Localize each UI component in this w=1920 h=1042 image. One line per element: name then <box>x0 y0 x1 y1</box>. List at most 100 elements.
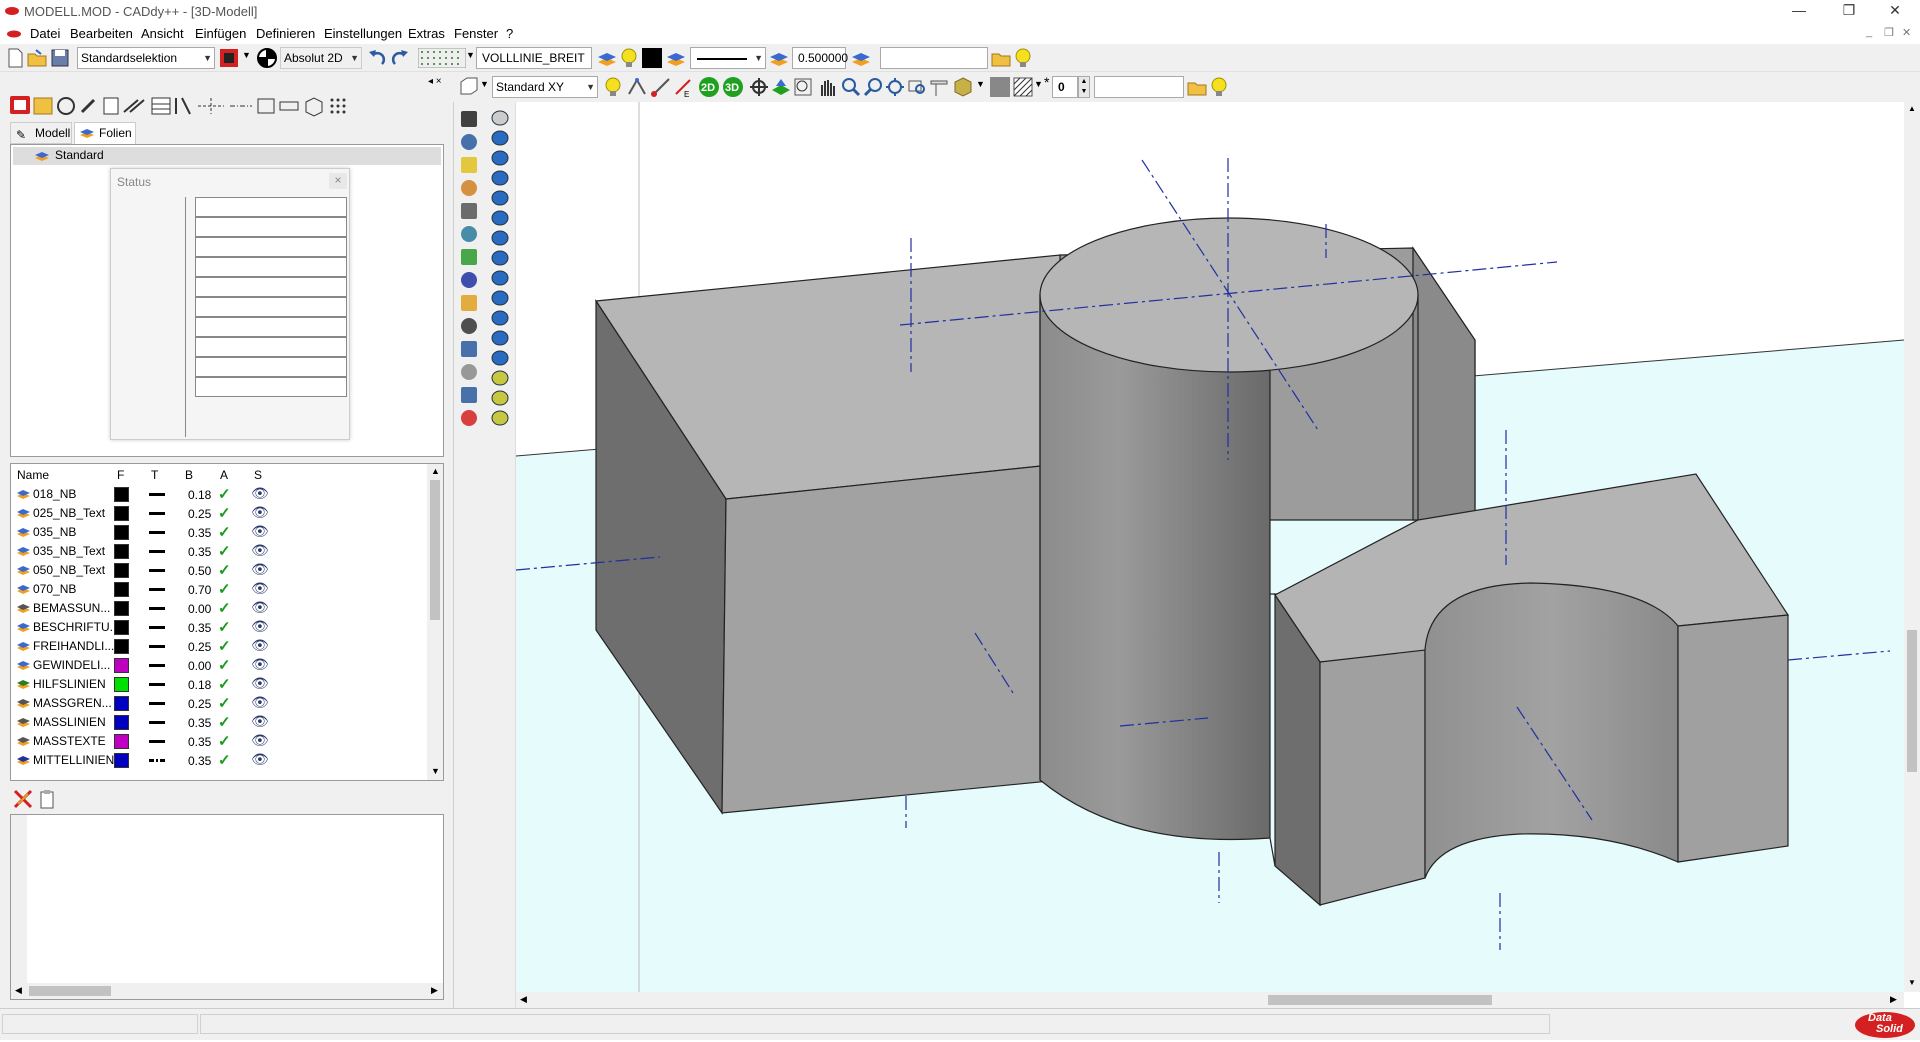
3d-model-canvas[interactable] <box>516 102 1904 992</box>
select-arrow-icon[interactable] <box>458 108 480 130</box>
view-2d-icon[interactable]: 2D <box>698 76 720 98</box>
eye-icon[interactable]: 👁 <box>251 637 269 654</box>
line-width-field[interactable]: 0.500000 <box>792 47 848 69</box>
edit-icon[interactable]: E <box>672 76 694 98</box>
layer-width[interactable]: 0.25 <box>188 697 211 711</box>
layer-color-swatch[interactable] <box>114 715 129 730</box>
intersect-icon[interactable] <box>489 388 511 410</box>
layer-width[interactable]: 0.35 <box>188 526 211 540</box>
layer-width[interactable]: 0.00 <box>188 602 211 616</box>
layer-linetype[interactable] <box>149 607 165 610</box>
search-field[interactable] <box>880 47 988 69</box>
mdi-minimize-button[interactable]: _ <box>1866 26 1872 38</box>
checkmark-icon[interactable]: ✓ <box>218 732 231 750</box>
view-plane-icon[interactable] <box>458 76 480 98</box>
layer-width[interactable]: 0.50 <box>188 564 211 578</box>
dimension-icon[interactable] <box>458 292 480 314</box>
layer-row[interactable]: 035_NB_Text 0.35 ✓ 👁 <box>13 542 423 561</box>
layer-linetype[interactable] <box>149 531 165 534</box>
layer-row[interactable]: GEWINDELI... 0.00 ✓ 👁 <box>13 656 423 675</box>
grid-icon[interactable] <box>418 48 466 68</box>
checkmark-icon[interactable]: ✓ <box>218 675 231 693</box>
layer-row[interactable]: MASSGREN... 0.25 ✓ 👁 <box>13 694 423 713</box>
view-3d-icon[interactable]: 3D <box>722 76 744 98</box>
checkmark-icon[interactable]: ✓ <box>218 656 231 674</box>
viewport-vscrollbar[interactable]: ▲ ▼ <box>1904 102 1920 992</box>
close-icon[interactable]: × <box>329 173 347 189</box>
new-file-icon[interactable] <box>4 47 26 69</box>
scroll-up-icon[interactable]: ▲ <box>1908 104 1916 113</box>
chevron-down-icon[interactable]: ▼ <box>1034 79 1043 89</box>
subtract-icon[interactable] <box>489 408 511 430</box>
layer-row[interactable]: FREIHANDLI... 0.25 ✓ 👁 <box>13 637 423 656</box>
layer-color-swatch[interactable] <box>114 658 129 673</box>
section-icon[interactable] <box>928 76 950 98</box>
eye-icon[interactable]: 👁 <box>251 504 269 521</box>
layer-color-swatch[interactable] <box>114 639 129 654</box>
level-field[interactable]: 0 <box>1052 76 1078 98</box>
coord-mode-select[interactable]: Absolut 2D ▼ <box>280 47 362 69</box>
layer-color-swatch[interactable] <box>114 544 129 559</box>
menu-einfuegen[interactable]: Einfügen <box>195 26 246 41</box>
layer-color-swatch[interactable] <box>114 601 129 616</box>
layer-color-swatch[interactable] <box>114 620 129 635</box>
layer-linetype[interactable] <box>149 569 165 572</box>
undo-icon[interactable] <box>366 47 388 69</box>
layer-color-swatch[interactable] <box>114 506 129 521</box>
layer-row[interactable]: 025_NB_Text 0.25 ✓ 👁 <box>13 504 423 523</box>
zoom-window-icon[interactable] <box>792 76 814 98</box>
edit-green-icon[interactable] <box>458 246 480 268</box>
pin-icon[interactable]: ◂ × <box>428 76 442 87</box>
checkmark-icon[interactable]: ✓ <box>218 523 231 541</box>
tab-folien[interactable]: Folien <box>74 122 136 144</box>
col-header-s[interactable]: S <box>254 468 262 482</box>
layer-row[interactable]: BESCHRIFTU... 0.35 ✓ 👁 <box>13 618 423 637</box>
delete-layer-icon[interactable] <box>12 788 34 810</box>
crosshair-icon[interactable] <box>458 269 480 291</box>
folder-search-icon[interactable] <box>1186 76 1208 98</box>
layer-row[interactable]: MITTELLINIEN 0.35 ✓ 👁 <box>13 751 423 770</box>
view-mode-select[interactable]: Standard XY ▼ <box>492 76 598 98</box>
color-swatch[interactable] <box>642 48 662 68</box>
chamfer-icon[interactable] <box>489 308 511 330</box>
restore-button[interactable]: ❐ <box>1826 0 1872 22</box>
sweep-icon[interactable] <box>489 248 511 270</box>
layer-table-scrollbar[interactable]: ▲ ▼ <box>427 464 443 780</box>
layer-row[interactable]: BEMASSUN... 0.00 ✓ 👁 <box>13 599 423 618</box>
boolean-icon[interactable] <box>489 348 511 370</box>
zoom-in-icon[interactable] <box>840 76 862 98</box>
zoom-out-icon[interactable] <box>862 76 884 98</box>
layer-linetype[interactable] <box>149 664 165 667</box>
layer-linetype[interactable] <box>149 550 165 553</box>
torus-icon[interactable] <box>489 188 511 210</box>
layer-stack-icon[interactable] <box>596 47 618 69</box>
col-header-a[interactable]: A <box>220 468 228 482</box>
checkmark-icon[interactable]: ✓ <box>218 618 231 636</box>
eye-icon[interactable]: 👁 <box>251 618 269 635</box>
layer-stack-icon[interactable] <box>850 47 872 69</box>
sphere-icon[interactable] <box>489 168 511 190</box>
line-type-select[interactable]: ▼ <box>690 47 766 69</box>
eraser-icon[interactable] <box>458 407 480 429</box>
col-header-t[interactable]: T <box>151 468 158 482</box>
box-icon[interactable] <box>489 128 511 150</box>
zoom-previous-icon[interactable] <box>906 76 928 98</box>
cylinder-icon[interactable] <box>489 148 511 170</box>
layer-linetype[interactable] <box>149 645 165 648</box>
scroll-thumb[interactable] <box>1907 630 1917 772</box>
checkmark-icon[interactable]: ✓ <box>218 542 231 560</box>
color-picker-icon[interactable] <box>218 47 240 69</box>
eye-icon[interactable]: 👁 <box>251 561 269 578</box>
extrude-icon[interactable] <box>489 208 511 230</box>
fillet-icon[interactable] <box>489 288 511 310</box>
lightbulb-icon[interactable] <box>602 76 624 98</box>
layer-linetype[interactable] <box>149 683 165 686</box>
layer-stack-icon[interactable] <box>768 47 790 69</box>
redo-icon[interactable] <box>389 47 411 69</box>
layer-row[interactable]: MASSLINIEN 0.35 ✓ 👁 <box>13 713 423 732</box>
fill-swatch[interactable] <box>990 77 1010 97</box>
layer-width[interactable]: 0.35 <box>188 545 211 559</box>
col-header-b[interactable]: B <box>185 468 193 482</box>
scroll-down-icon[interactable]: ▼ <box>1908 978 1916 987</box>
eye-icon[interactable]: 👁 <box>251 523 269 540</box>
